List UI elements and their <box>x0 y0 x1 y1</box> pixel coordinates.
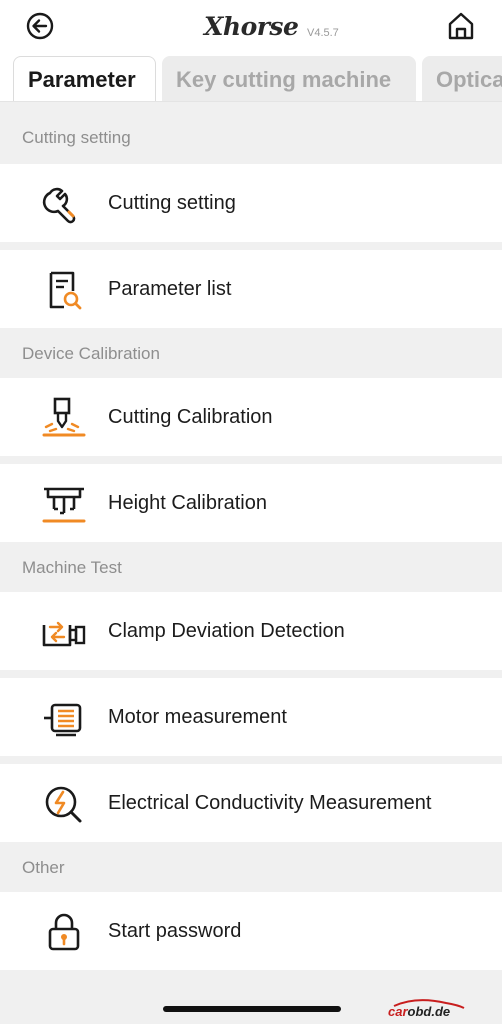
home-indicator[interactable] <box>163 1006 341 1012</box>
section-header-other: Other <box>0 842 502 894</box>
list-item-label: Parameter list <box>108 277 232 300</box>
app-version: V4.5.7 <box>307 27 339 39</box>
list-item-label: Electrical Conductivity Measurement <box>108 791 432 814</box>
list-item-cutting-setting[interactable]: Cutting setting <box>0 164 502 242</box>
tab-optical[interactable]: Optica <box>422 56 502 101</box>
list-item-label: Height Calibration <box>108 491 267 514</box>
height-calibration-icon <box>40 483 88 525</box>
list-item-label: Start password <box>108 919 242 942</box>
lock-icon <box>40 911 88 953</box>
list-item-clamp-deviation[interactable]: Clamp Deviation Detection <box>0 592 502 670</box>
watermark-text: carobd.de <box>388 1004 451 1019</box>
list-item-start-password[interactable]: Start password <box>0 892 502 970</box>
wrench-icon <box>40 183 88 225</box>
brand-logo: Xhorse <box>204 12 299 41</box>
home-icon[interactable] <box>444 9 478 43</box>
tab-parameter[interactable]: Parameter <box>13 56 156 101</box>
list-item-label: Motor measurement <box>108 705 287 728</box>
tab-key-cutting-machine[interactable]: Key cutting machine <box>162 56 416 101</box>
document-search-icon <box>40 269 88 311</box>
list-item-electrical-conductivity[interactable]: Electrical Conductivity Measurement <box>0 764 502 842</box>
section-header-cutting-setting: Cutting setting <box>0 112 502 164</box>
conductivity-icon <box>40 783 88 825</box>
list-item-cutting-calibration[interactable]: Cutting Calibration <box>0 378 502 456</box>
list-item-motor-measurement[interactable]: Motor measurement <box>0 678 502 756</box>
back-arrow-icon[interactable] <box>24 10 56 42</box>
tab-bar: Parameter Key cutting machine Optica <box>0 52 502 102</box>
cutter-calibration-icon <box>40 397 88 439</box>
list-item-label: Clamp Deviation Detection <box>108 619 345 642</box>
clamp-icon <box>40 611 88 653</box>
list-item-height-calibration[interactable]: Height Calibration <box>0 464 502 542</box>
motor-icon <box>40 697 88 739</box>
section-header-device-calibration: Device Calibration <box>0 328 502 380</box>
section-header-machine-test: Machine Test <box>0 542 502 594</box>
list-item-label: Cutting Calibration <box>108 405 273 428</box>
top-bar: Xhorse V4.5.7 <box>0 0 502 52</box>
list-item-parameter-list[interactable]: Parameter list <box>0 250 502 328</box>
list-item-label: Cutting setting <box>108 191 236 214</box>
